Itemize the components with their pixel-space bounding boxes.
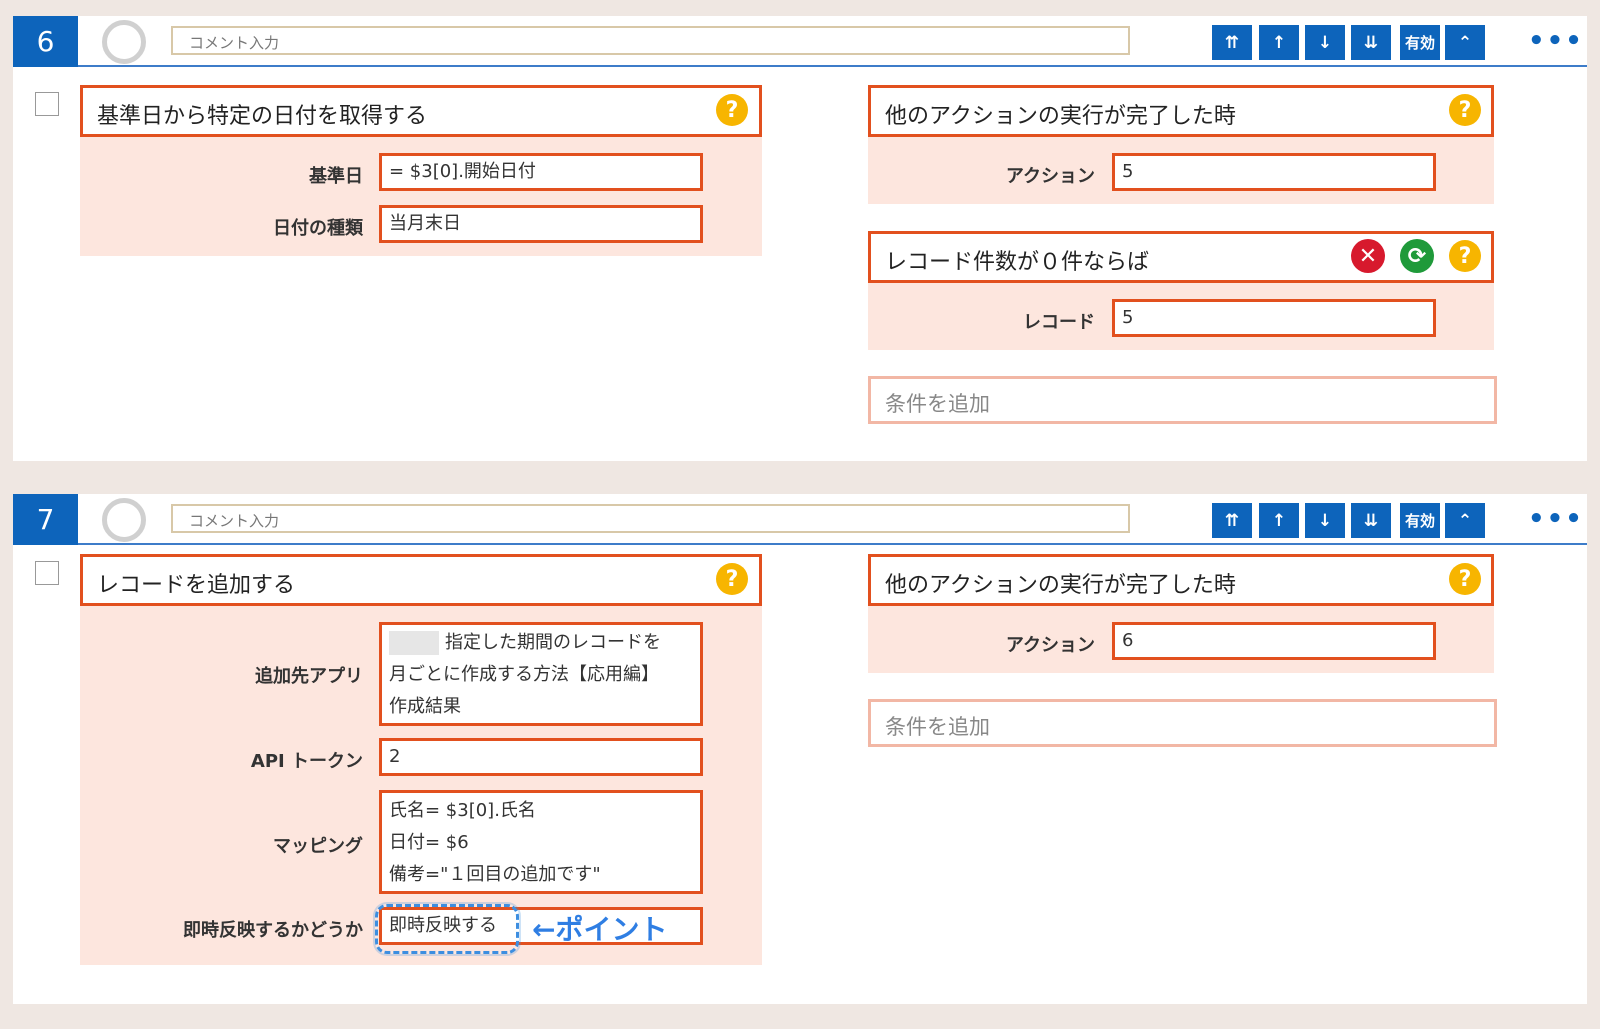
action-header: レコードを追加する	[80, 554, 762, 606]
highlight-outline	[375, 904, 519, 954]
question-icon[interactable]: ?	[1449, 563, 1481, 595]
condition-header: 他のアクションの実行が完了した時	[868, 85, 1494, 137]
field-label: マッピング	[273, 836, 363, 857]
move-bottom-button[interactable]: ⇊	[1351, 25, 1391, 60]
add-condition-button[interactable]: 条件を追加	[868, 699, 1497, 747]
block-select-checkbox[interactable]	[35, 561, 59, 585]
question-icon[interactable]: ?	[1449, 240, 1481, 272]
block-number: 7	[13, 494, 78, 545]
collapse-button[interactable]: ⌃	[1445, 25, 1485, 60]
move-down-button[interactable]: ↓	[1305, 503, 1345, 538]
enabled-toggle-button[interactable]: 有効	[1400, 25, 1440, 60]
block-select-checkbox[interactable]	[35, 92, 59, 116]
action-block-6: 6 コメント入力 ⇈ ↑ ↓ ⇊ 有効 ⌃ ••• 基準日から特定の日付を取得す…	[13, 16, 1587, 461]
move-bottom-button[interactable]: ⇊	[1351, 503, 1391, 538]
comment-input[interactable]: コメント入力	[171, 26, 1130, 55]
base-date-field[interactable]: = $3[0].開始日付	[379, 153, 703, 191]
point-annotation: ←ポイント	[532, 913, 668, 946]
condition-title: 他のアクションの実行が完了した時	[885, 104, 1236, 129]
target-app-line: 月ごとに作成する方法【応用編】	[389, 664, 659, 685]
move-down-button[interactable]: ↓	[1305, 25, 1345, 60]
question-icon[interactable]: ?	[1449, 94, 1481, 126]
move-top-button[interactable]: ⇈	[1212, 25, 1252, 60]
action-title: レコードを追加する	[97, 573, 296, 598]
field-label: 日付の種類	[273, 218, 363, 239]
field-label: 即時反映するかどうか	[183, 920, 363, 941]
block-header-bar: 7 コメント入力 ⇈ ↑ ↓ ⇊ 有効 ⌃ •••	[13, 494, 1587, 545]
mapping-line: 日付= $6	[389, 832, 469, 853]
spinner-icon	[102, 20, 146, 64]
condition-title: 他のアクションの実行が完了した時	[885, 573, 1236, 598]
mapping-field[interactable]: 氏名= $3[0].氏名 日付= $6 備考="１回目の追加です"	[379, 790, 703, 894]
question-icon[interactable]: ?	[716, 94, 748, 126]
add-condition-button[interactable]: 条件を追加	[868, 376, 1497, 424]
target-app-field[interactable]: 指定した期間のレコードを 月ごとに作成する方法【応用編】 作成結果	[379, 622, 703, 726]
field-label: アクション	[1005, 635, 1095, 656]
action-block-7: 7 コメント入力 ⇈ ↑ ↓ ⇊ 有効 ⌃ ••• レコードを追加する ? 追加…	[13, 494, 1587, 1004]
enabled-toggle-button[interactable]: 有効	[1400, 503, 1440, 538]
mapping-line: 氏名= $3[0].氏名	[389, 800, 536, 821]
field-label: レコード	[1023, 312, 1095, 333]
api-token-field[interactable]: 2	[379, 738, 703, 776]
action-title: 基準日から特定の日付を取得する	[97, 104, 428, 129]
action-header: 基準日から特定の日付を取得する	[80, 85, 762, 137]
more-menu-button[interactable]: •••	[1528, 504, 1582, 534]
field-label: API トークン	[250, 751, 363, 772]
block-header-bar: 6 コメント入力 ⇈ ↑ ↓ ⇊ 有効 ⌃ •••	[13, 16, 1587, 67]
question-icon[interactable]: ?	[716, 563, 748, 595]
action-field[interactable]: 6	[1112, 622, 1436, 660]
refresh-icon[interactable]: ⟳	[1400, 239, 1434, 273]
comment-input[interactable]: コメント入力	[171, 504, 1130, 533]
x-circle-icon[interactable]: ✕	[1351, 239, 1385, 273]
move-up-button[interactable]: ↑	[1259, 25, 1299, 60]
app-id-chip	[389, 631, 439, 655]
target-app-line: 指定した期間のレコードを	[445, 632, 661, 653]
action-field[interactable]: 5	[1112, 153, 1436, 191]
target-app-line: 作成結果	[389, 696, 461, 717]
spinner-icon	[102, 498, 146, 542]
more-menu-button[interactable]: •••	[1528, 26, 1582, 56]
condition-header: 他のアクションの実行が完了した時	[868, 554, 1494, 606]
date-type-field[interactable]: 当月末日	[379, 205, 703, 243]
field-label: アクション	[1005, 166, 1095, 187]
record-field[interactable]: 5	[1112, 299, 1436, 337]
move-top-button[interactable]: ⇈	[1212, 503, 1252, 538]
field-label: 追加先アプリ	[255, 666, 363, 687]
field-label: 基準日	[309, 166, 363, 187]
block-number: 6	[13, 16, 78, 67]
condition-title: レコード件数が０件ならば	[885, 250, 1150, 275]
collapse-button[interactable]: ⌃	[1445, 503, 1485, 538]
mapping-line: 備考="１回目の追加です"	[389, 864, 601, 885]
move-up-button[interactable]: ↑	[1259, 503, 1299, 538]
